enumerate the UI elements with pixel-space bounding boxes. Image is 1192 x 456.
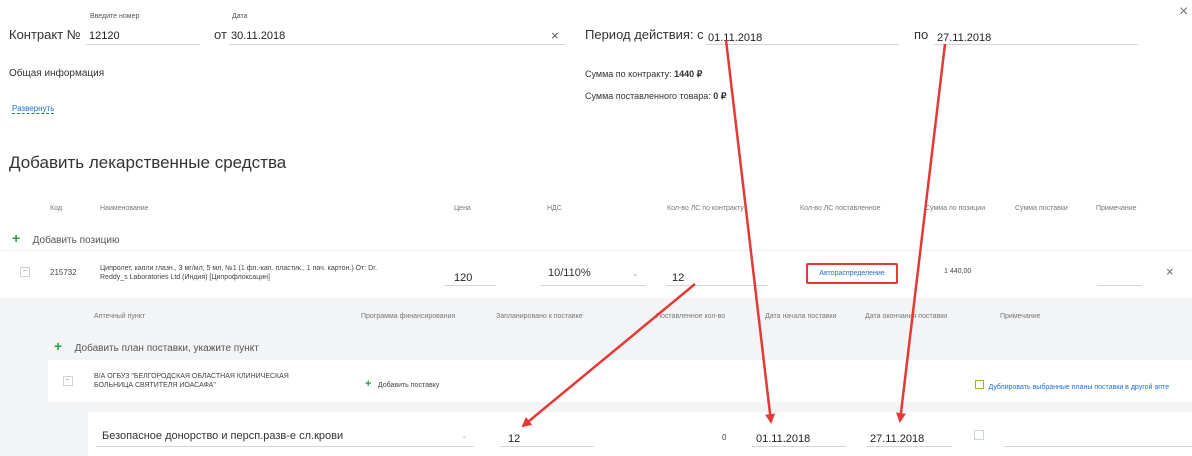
delivered-sum-value: 0 ₽ (713, 91, 727, 101)
header-vat: НДС (547, 205, 562, 212)
plan-row: Безопасное донорство и персп.разв-е сл.к… (88, 412, 1192, 456)
plan-row-checkbox[interactable] (974, 430, 984, 440)
pharmacy-name: В/А ОГБУЗ "БЕЛГОРОДСКАЯ ОБЛАСТНАЯ КЛИНИЧ… (94, 372, 289, 390)
header-name: Наименование (100, 205, 149, 212)
contract-date-input[interactable]: 30.11.2018 × (229, 26, 565, 45)
delivered-sum-label: Сумма поставленного товара: (585, 91, 711, 101)
subheader-planned: Запланировано к поставке (496, 313, 583, 320)
section-title: Добавить лекарственные средства (9, 153, 287, 172)
clear-date-icon[interactable]: × (551, 28, 559, 43)
duplicate-plans-link[interactable]: Дублировать выбранные планы поставки в д… (975, 376, 1169, 394)
contract-sum-value: 1440 ₽ (674, 69, 703, 79)
position-code: 215732 (50, 268, 77, 277)
collapse-symbol: - (23, 265, 26, 275)
contract-date-value: 30.11.2018 (231, 30, 286, 42)
period-to-label: по (914, 27, 929, 42)
pharmacy-row: - В/А ОГБУЗ "БЕЛГОРОДСКАЯ ОБЛАСТНАЯ КЛИН… (48, 360, 1192, 402)
pharmacy-name-line2: БОЛЬНИЦА СВЯТИТЕЛЯ ИОАСАФА" (94, 382, 216, 389)
general-info-title: Общая информация (9, 68, 105, 79)
contract-label: Контракт № (9, 27, 81, 42)
header-code: Код (50, 205, 62, 212)
header-sum-position: Сумма по позиции (925, 205, 986, 212)
plan-note-input[interactable] (1004, 430, 1192, 447)
contract-number-value: 12120 (89, 30, 120, 42)
qty-value: 12 (672, 272, 685, 284)
vat-select[interactable]: 10/110% ⌄ (540, 264, 646, 286)
collapse-symbol: - (66, 374, 69, 384)
collapse-position-toggle[interactable]: - (20, 265, 30, 277)
position-name: Ципролет, капли глазн., 3 мг/мл, 5 мл, №… (100, 264, 377, 282)
autodistribute-button[interactable]: Автораспределение (806, 263, 898, 284)
pharmacy-name-line1: В/А ОГБУЗ "БЕЛГОРОДСКАЯ ОБЛАСТНАЯ КЛИНИЧ… (94, 373, 289, 380)
position-row: - 215732 Ципролет, капли глазн., 3 мг/мл… (0, 250, 1192, 293)
planned-value: 12 (508, 433, 521, 445)
contract-number-input[interactable]: 12120 (86, 26, 200, 45)
add-position-button[interactable]: + Добавить позицию (12, 230, 119, 248)
add-plan-button[interactable]: + Добавить план поставки, укажите пункт (54, 338, 259, 356)
subheader-delivered-qty: Поставленное кол-во (656, 313, 726, 320)
header-note: Примечание (1096, 205, 1137, 212)
end-date-value: 27.11.2018 (870, 433, 925, 445)
position-name-line2: Reddy_s Laboratories Ltd.(Индия) [Ципроф… (100, 274, 270, 281)
plus-icon: + (12, 230, 21, 246)
header-sum-delivery: Сумма поставки (1015, 205, 1068, 212)
start-date-value: 01.11.2018 (756, 433, 811, 445)
subheader-pharmacy: Аптечный пункт (94, 313, 146, 320)
contract-date-caption: Дата (232, 13, 248, 20)
contract-sum-label: Сумма по контракту: (585, 69, 672, 79)
price-value: 120 (454, 272, 473, 284)
collapse-pharmacy-toggle[interactable]: - (63, 374, 73, 386)
duplicate-plans-label: Дублировать выбранные планы поставки в д… (988, 384, 1170, 391)
plus-icon: + (365, 378, 372, 390)
header-price: Цена (454, 205, 471, 212)
header-qty-contract: Кол-во ЛС по контракту (667, 205, 744, 212)
end-date-input[interactable]: 27.11.2018 (866, 430, 952, 447)
period-from-value: 01.11.2018 (708, 32, 763, 44)
program-value: Безопасное донорство и персп.разв-е сл.к… (102, 430, 344, 442)
chevron-down-icon: ⌄ (632, 269, 639, 278)
add-delivery-button[interactable]: + Добавить поставку (365, 374, 439, 392)
contract-date-prefix: от (214, 27, 227, 42)
period-from-input[interactable]: 01.11.2018 (706, 26, 899, 45)
copy-icon (975, 380, 984, 390)
chevron-down-icon: ⌄ (461, 431, 468, 440)
period-label: Период действия: с (585, 27, 704, 42)
period-to-value: 27.11.2018 (937, 32, 992, 44)
note-input[interactable] (1097, 268, 1142, 286)
vat-value: 10/110% (548, 267, 591, 279)
position-name-line1: Ципролет, капли глазн., 3 мг/мл, 5 мл, №… (100, 265, 378, 272)
subheader-end-date: Дата окончания поставки (865, 313, 948, 320)
plus-icon: + (54, 338, 63, 354)
remove-position-icon[interactable]: × (1166, 264, 1174, 279)
period-to-input[interactable]: 27.11.2018 (934, 26, 1138, 45)
position-sum: 1 440,00 (944, 268, 972, 275)
subheader-note: Примечание (1000, 313, 1041, 320)
contract-number-caption: Введите номер (90, 13, 140, 20)
subheader-program: Программа финансирования (361, 313, 456, 320)
program-select[interactable]: Безопасное донорство и персп.разв-е сл.к… (96, 426, 474, 447)
add-position-label: Добавить позицию (32, 235, 120, 246)
add-plan-label: Добавить план поставки, укажите пункт (74, 343, 259, 354)
header-qty-delivered: Кол-во ЛС поставленное (800, 205, 881, 212)
price-input[interactable]: 120 (444, 268, 496, 286)
close-icon[interactable]: × (1179, 3, 1188, 21)
subheader-start-date: Дата начала поставки (765, 313, 837, 320)
delivered-value: 0 (722, 433, 727, 442)
planned-input[interactable]: 12 (500, 430, 594, 447)
start-date-input[interactable]: 01.11.2018 (752, 430, 846, 447)
qty-input[interactable]: 12 (666, 268, 768, 286)
contract-sum: Сумма по контракту: 1440 ₽ (585, 69, 702, 80)
delivered-sum: Сумма поставленного товара: 0 ₽ (585, 91, 727, 102)
expand-link[interactable]: Развернуть (12, 104, 55, 114)
add-delivery-label: Добавить поставку (377, 382, 440, 389)
